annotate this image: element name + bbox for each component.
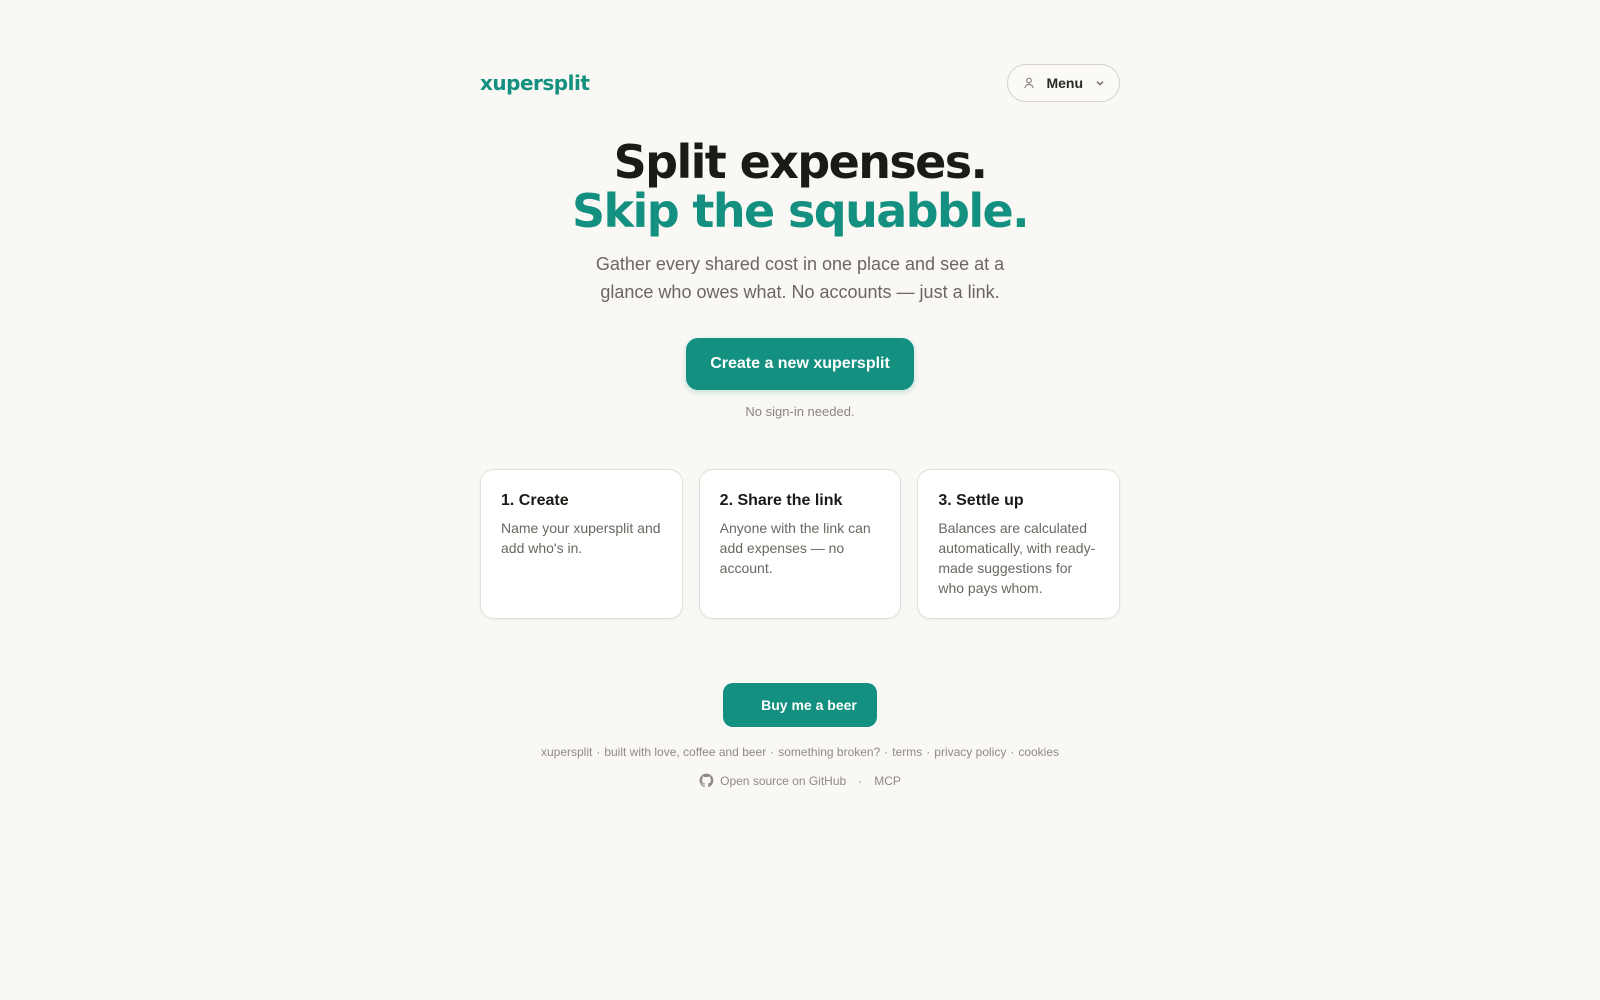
footer-link-cookies[interactable]: cookies bbox=[1018, 745, 1059, 759]
step-title: 2. Share the link bbox=[719, 492, 843, 509]
logo[interactable]: xupersplit bbox=[480, 71, 590, 95]
footer-links: xupersplit · built with love, coffee and b… bbox=[480, 745, 1120, 759]
menu-label: Menu bbox=[1046, 75, 1083, 91]
separator: · bbox=[770, 745, 775, 759]
step-card-settle: 3. Settle up Balances are calculated aut… bbox=[917, 469, 1121, 619]
hero: Split expenses. Skip the squabble. Gathe… bbox=[480, 135, 1120, 420]
hero-title-line1: Split expenses. bbox=[613, 135, 988, 189]
top-bar: xupersplit Menu bbox=[480, 64, 1120, 102]
create-xupersplit-button[interactable]: Create a new xupersplit bbox=[686, 338, 914, 390]
footer-meta: Open source on GitHub · MCP bbox=[480, 773, 1120, 788]
separator: · bbox=[596, 745, 601, 759]
hero-title-line2: Skip the squabble. bbox=[572, 184, 1030, 238]
step-title: 1. Create bbox=[501, 492, 569, 509]
step-body: Balances are calculated automatically, w… bbox=[938, 520, 1096, 596]
github-icon bbox=[699, 773, 714, 788]
step-body: Name your xupersplit and add who's in. bbox=[501, 520, 661, 556]
buy-me-a-beer-button[interactable]: Buy me a beer bbox=[723, 683, 877, 727]
github-link[interactable]: Open source on GitHub bbox=[720, 774, 846, 788]
menu-button[interactable]: Menu bbox=[1007, 64, 1120, 102]
hero-subtitle: Gather every shared cost in one place an… bbox=[595, 254, 1005, 302]
separator: · bbox=[1010, 745, 1015, 759]
footer-link-broken[interactable]: something broken? bbox=[778, 745, 880, 759]
footer-link-tagline[interactable]: built with love, coffee and beer bbox=[604, 745, 766, 759]
user-icon bbox=[1022, 76, 1036, 90]
step-title: 3. Settle up bbox=[938, 492, 1024, 509]
footer: Buy me a beer xupersplit · built with love… bbox=[480, 683, 1120, 788]
step-card-create: 1. Create Name your xupersplit and add w… bbox=[480, 469, 683, 619]
separator: · bbox=[884, 745, 889, 759]
separator: · bbox=[926, 745, 931, 759]
page: xupersplit Menu Split expenses. Skip the… bbox=[480, 0, 1121, 788]
no-signin-note: No sign-in needed. bbox=[745, 404, 855, 419]
footer-link-privacy[interactable]: privacy policy bbox=[934, 745, 1006, 759]
chevron-down-icon bbox=[1095, 78, 1105, 88]
step-card-share: 2. Share the link Anyone with the link c… bbox=[698, 469, 902, 619]
steps: 1. Create Name your xupersplit and add w… bbox=[480, 469, 1121, 619]
footer-link-brand[interactable]: xupersplit bbox=[541, 745, 592, 759]
separator: · bbox=[858, 773, 863, 788]
mcp-link[interactable]: MCP bbox=[874, 774, 901, 788]
footer-link-terms[interactable]: terms bbox=[892, 745, 922, 759]
step-body: Anyone with the link can add expenses — … bbox=[719, 520, 871, 576]
